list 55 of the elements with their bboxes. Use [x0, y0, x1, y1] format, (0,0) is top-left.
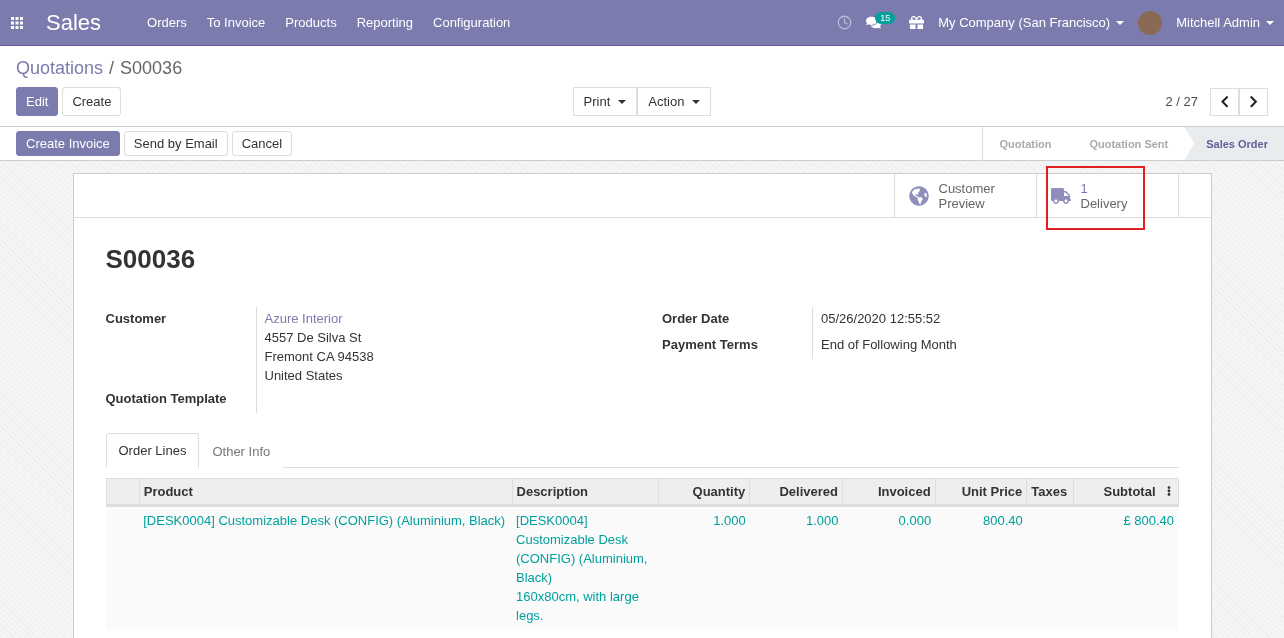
- table-cell: £ 800.40: [1073, 505, 1178, 629]
- edit-button[interactable]: Edit: [16, 87, 59, 116]
- column-header[interactable]: Invoiced: [842, 478, 936, 506]
- truck-icon: [1050, 185, 1071, 206]
- customer-link[interactable]: Azure Interior: [264, 309, 614, 328]
- field-label: Customer: [105, 310, 168, 328]
- cancel-button[interactable]: Cancel: [231, 131, 293, 156]
- field-value: 05/26/2020 12:55:52: [821, 310, 942, 328]
- column-header[interactable]: Taxes: [1026, 478, 1074, 506]
- status-stage[interactable]: Sales Order: [1184, 127, 1284, 160]
- dropdown-button[interactable]: Print: [572, 87, 638, 116]
- pager-counter: 2 / 27: [1165, 94, 1198, 109]
- table-cell: [DESK0004] Customizable Desk (CONFIG) (Aluminium, Black): [139, 505, 512, 629]
- field-value: Fremont CA 94538: [264, 348, 375, 366]
- send-email-button[interactable]: Send by Email: [123, 131, 228, 156]
- field-label: Order Date: [662, 310, 731, 328]
- column-header[interactable]: Unit Price: [935, 478, 1027, 506]
- breadcrumb-link[interactable]: Quotations: [16, 58, 104, 79]
- table-cell: 1.000: [749, 505, 843, 629]
- field-label: Quotation Template: [105, 390, 228, 408]
- field-value: 4557 De Silva St: [264, 329, 363, 347]
- breadcrumb-separator: /: [109, 58, 115, 79]
- create-invoice-button[interactable]: Create Invoice: [16, 131, 120, 156]
- menu-item[interactable]: To Invoice: [196, 15, 276, 30]
- app-title: Sales: [46, 9, 102, 36]
- dropdown-button[interactable]: Action: [637, 87, 712, 116]
- clock-icon[interactable]: [837, 15, 853, 30]
- menu-item[interactable]: Products: [275, 15, 347, 30]
- tab[interactable]: Order Lines: [105, 433, 200, 468]
- user-menu[interactable]: Mitchell Admin: [1176, 15, 1274, 30]
- menu-item[interactable]: Orders: [137, 15, 197, 30]
- column-header[interactable]: Product: [139, 478, 512, 506]
- gift-icon[interactable]: [909, 15, 925, 30]
- column-header[interactable]: Delivered: [749, 478, 843, 506]
- column-header[interactable]: Description: [512, 478, 659, 506]
- company-switcher[interactable]: My Company (San Francisco): [938, 15, 1125, 30]
- column-header[interactable]: Subtotal: [1073, 478, 1178, 506]
- menu-item[interactable]: Configuration: [423, 15, 521, 30]
- user-avatar: [1138, 10, 1163, 35]
- breadcrumb-current: S00036: [120, 58, 183, 79]
- table-cell: 800.40: [935, 505, 1027, 629]
- next-button[interactable]: [1239, 87, 1268, 116]
- menu-item[interactable]: Reporting: [346, 15, 423, 30]
- table-cell: 1.000: [658, 505, 750, 629]
- field-value: United States: [264, 367, 344, 385]
- field-value: End of Following Month: [821, 336, 958, 354]
- field-label: Payment Terms: [662, 336, 759, 354]
- record-title: S00036: [105, 244, 197, 275]
- table-cell: 0.000: [842, 505, 936, 629]
- create-button[interactable]: Create: [62, 87, 122, 116]
- previous-button[interactable]: [1210, 87, 1239, 116]
- message-count-badge: 15: [875, 11, 896, 24]
- column-header[interactable]: Quantity: [658, 478, 750, 506]
- table-cell: [DESK0004] Customizable Desk (CONFIG) (Aluminium, Black) 160x80cm, with large legs.: [512, 505, 659, 629]
- globe-icon: [908, 185, 929, 206]
